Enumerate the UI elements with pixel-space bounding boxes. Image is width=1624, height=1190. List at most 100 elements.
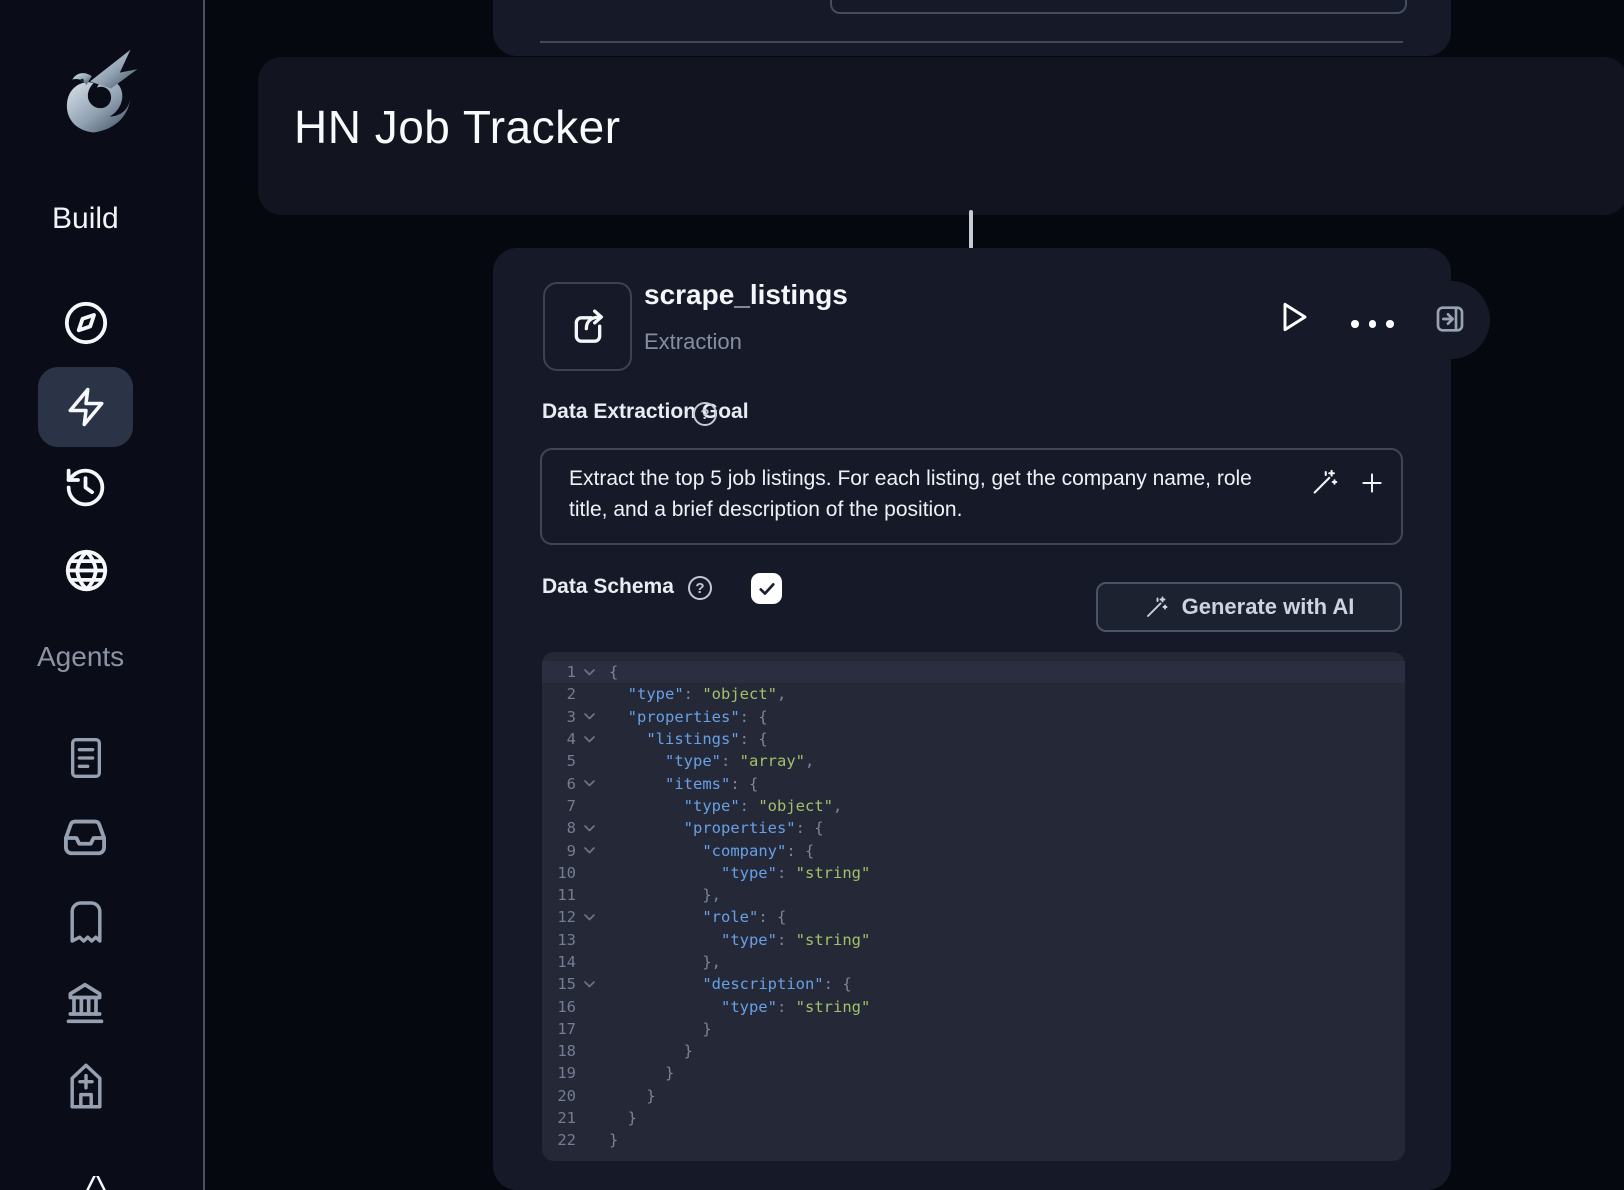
code-text: { <box>602 663 618 681</box>
line-number: 8 <box>542 819 576 837</box>
landmark-icon[interactable] <box>62 980 108 1026</box>
goal-textarea[interactable]: Extract the top 5 job listings. For each… <box>540 448 1403 545</box>
code-line[interactable]: 9 "company": { <box>542 839 1405 861</box>
sidebar: Build Agents <box>0 0 204 1190</box>
line-number: 21 <box>542 1109 576 1127</box>
line-number: 13 <box>542 931 576 949</box>
upstream-input-field[interactable] <box>830 0 1407 14</box>
code-text: }, <box>602 886 721 904</box>
fold-chevron-icon[interactable] <box>576 669 602 676</box>
fold-chevron-icon[interactable] <box>576 847 602 854</box>
node-type-label: Extraction <box>644 329 742 355</box>
line-number: 2 <box>542 685 576 703</box>
line-number: 18 <box>542 1042 576 1060</box>
fold-chevron-icon[interactable] <box>576 825 602 832</box>
receipt-icon[interactable] <box>65 897 107 947</box>
line-number: 4 <box>542 730 576 748</box>
ellipsis-menu-button[interactable] <box>1351 320 1394 328</box>
line-number: 5 <box>542 752 576 770</box>
line-number: 6 <box>542 775 576 793</box>
code-line[interactable]: 17 } <box>542 1018 1405 1040</box>
sidebar-section-agents: Agents <box>37 641 124 673</box>
code-line[interactable]: 5 "type": "array", <box>542 750 1405 772</box>
history-icon[interactable] <box>61 463 109 511</box>
code-line[interactable]: 15 "description": { <box>542 973 1405 995</box>
code-line[interactable]: 13 "type": "string" <box>542 929 1405 951</box>
code-line[interactable]: 6 "items": { <box>542 772 1405 794</box>
inbox-icon[interactable] <box>61 815 109 861</box>
code-text: } <box>602 1042 693 1060</box>
code-line[interactable]: 20 } <box>542 1085 1405 1107</box>
code-line[interactable]: 16 "type": "string" <box>542 995 1405 1017</box>
upstream-card-divider <box>540 41 1403 43</box>
hospital-house-icon[interactable] <box>66 1060 106 1112</box>
code-line[interactable]: 4 "listings": { <box>542 728 1405 750</box>
code-text: "properties": { <box>602 819 824 837</box>
code-line[interactable]: 19 } <box>542 1062 1405 1084</box>
fold-chevron-icon[interactable] <box>576 713 602 720</box>
code-line[interactable]: 11 }, <box>542 884 1405 906</box>
code-line[interactable]: 10 "type": "string" <box>542 862 1405 884</box>
code-text: "listings": { <box>602 730 768 748</box>
goal-help-icon[interactable]: ? <box>693 402 717 426</box>
partial-bottom-icon[interactable] <box>78 1176 114 1190</box>
code-text: "company": { <box>602 842 814 860</box>
open-panel-icon[interactable] <box>1434 303 1466 335</box>
globe-icon[interactable] <box>62 546 110 594</box>
wand-sparkles-icon <box>1144 595 1168 619</box>
code-text: "role": { <box>602 908 786 926</box>
goal-label: Data Extraction Goal <box>542 400 749 424</box>
line-number: 10 <box>542 864 576 882</box>
form-document-icon[interactable] <box>64 734 108 782</box>
generate-with-ai-button[interactable]: Generate with AI <box>1096 582 1402 632</box>
code-line[interactable]: 21 } <box>542 1107 1405 1129</box>
code-text: "type": "object", <box>602 685 786 703</box>
fold-chevron-icon[interactable] <box>576 736 602 743</box>
code-text: } <box>602 1087 656 1105</box>
node-connector-line <box>969 210 973 249</box>
code-line[interactable]: 3 "properties": { <box>542 706 1405 728</box>
code-text: } <box>602 1109 637 1127</box>
line-number: 9 <box>542 842 576 860</box>
line-number: 7 <box>542 797 576 815</box>
code-line[interactable]: 12 "role": { <box>542 906 1405 928</box>
node-type-icon-box <box>543 282 632 371</box>
node-name: scrape_listings <box>644 279 848 311</box>
line-number: 16 <box>542 998 576 1016</box>
schema-help-icon[interactable]: ? <box>688 576 712 600</box>
code-text: "items": { <box>602 775 758 793</box>
app-window: Build Agents <box>0 0 1624 1190</box>
check-icon <box>757 579 777 599</box>
code-line[interactable]: 7 "type": "object", <box>542 795 1405 817</box>
wand-sparkles-icon[interactable] <box>1310 468 1338 496</box>
code-text: "description": { <box>602 975 852 993</box>
fold-chevron-icon[interactable] <box>576 981 602 988</box>
compass-icon[interactable] <box>61 298 111 348</box>
line-number: 12 <box>542 908 576 926</box>
code-line[interactable]: 18 } <box>542 1040 1405 1062</box>
code-line[interactable]: 22} <box>542 1129 1405 1151</box>
code-line[interactable]: 14 }, <box>542 951 1405 973</box>
code-editor-lines: 1{2 "type": "object",3 "properties": {4 … <box>542 661 1405 1152</box>
line-number: 14 <box>542 953 576 971</box>
line-number: 17 <box>542 1020 576 1038</box>
line-number: 15 <box>542 975 576 993</box>
fold-chevron-icon[interactable] <box>576 780 602 787</box>
code-text: "type": "array", <box>602 752 814 770</box>
code-text: } <box>602 1064 674 1082</box>
sidebar-section-build: Build <box>52 202 119 236</box>
code-text: } <box>602 1131 618 1149</box>
code-line[interactable]: 1{ <box>542 661 1405 683</box>
schema-enabled-checkbox[interactable] <box>751 573 782 604</box>
plus-icon[interactable] <box>1359 470 1385 496</box>
code-line[interactable]: 2 "type": "object", <box>542 683 1405 705</box>
schema-code-editor[interactable]: 1{2 "type": "object",3 "properties": {4 … <box>542 652 1405 1161</box>
code-line[interactable]: 8 "properties": { <box>542 817 1405 839</box>
share-icon <box>568 307 608 347</box>
line-number: 20 <box>542 1087 576 1105</box>
play-button[interactable] <box>1277 299 1309 335</box>
zap-icon[interactable] <box>62 378 110 436</box>
fold-chevron-icon[interactable] <box>576 914 602 921</box>
code-text: "type": "object", <box>602 797 842 815</box>
goal-text[interactable]: Extract the top 5 job listings. For each… <box>569 464 1254 525</box>
